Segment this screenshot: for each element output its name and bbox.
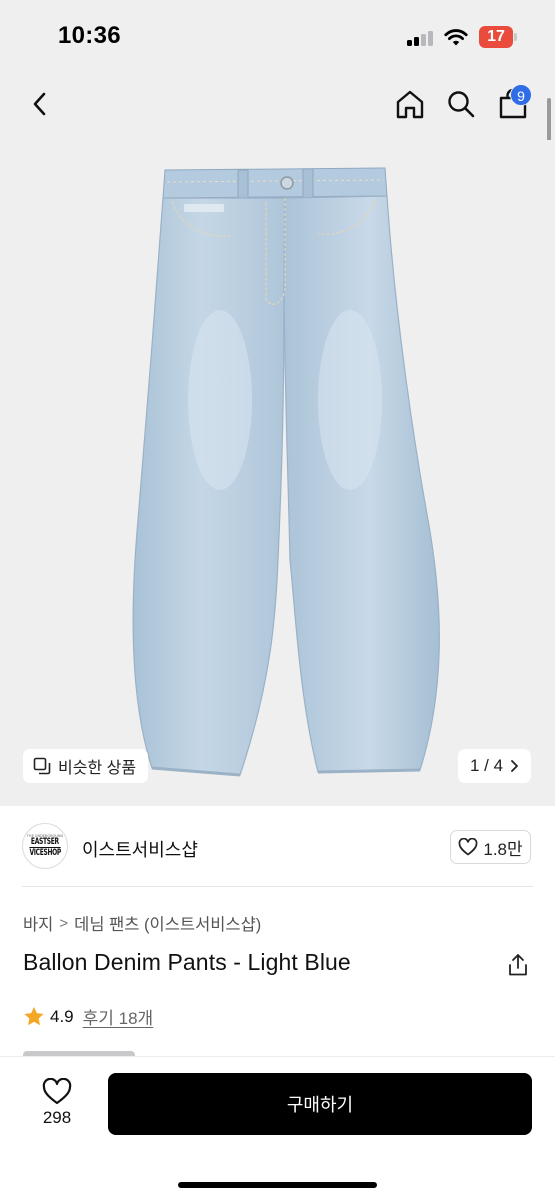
share-button[interactable] — [504, 951, 532, 979]
image-pager-label: 1 / 4 — [469, 756, 504, 775]
status-bar: 10:36 17 — [0, 0, 555, 70]
top-nav-bar — [0, 70, 555, 140]
breadcrumb: 바지 > 데님 팬츠 (이스트서비스샵) — [23, 911, 261, 935]
seller-like-button[interactable]: 1.8만 — [450, 830, 531, 864]
bottom-action-bar: 298 구매하기 — [0, 1056, 555, 1200]
breadcrumb-separator: > — [59, 914, 69, 932]
product-title: Ballon Denim Pants - Light Blue — [23, 949, 351, 975]
share-icon — [509, 954, 527, 976]
heart-outline-icon — [458, 838, 478, 856]
home-button[interactable] — [390, 84, 430, 124]
seller-like-count: 1.8만 — [483, 839, 523, 859]
product-image-carousel[interactable]: 비슷한 상품 1 / 4 — [0, 140, 555, 806]
battery-tip — [514, 33, 517, 41]
seller-logo-line1: EASTSER — [31, 837, 59, 847]
chevron-left-icon — [33, 92, 46, 116]
divider — [22, 886, 533, 887]
image-pager-button[interactable]: 1 / 4 — [458, 749, 531, 783]
rating-value: 4.9 — [50, 1006, 74, 1026]
search-icon — [448, 91, 475, 118]
seller-name[interactable]: 이스트서비스샵 — [82, 836, 198, 862]
battery-level: 17 — [479, 26, 513, 48]
home-icon — [396, 90, 424, 119]
cellular-signal-icon — [407, 30, 435, 46]
wishlist-count: 298 — [42, 1108, 72, 1127]
seller-logo[interactable]: THE UNDERGROUND EASTSER VICESHOP — [22, 823, 68, 869]
home-indicator[interactable] — [178, 1182, 377, 1188]
breadcrumb-item-denim[interactable]: 데님 팬츠 (이스트서비스샵) — [74, 911, 261, 935]
cart-count-badge: 9 — [510, 84, 532, 106]
chevron-right-icon — [511, 760, 518, 772]
battery-icon: 17 — [479, 26, 517, 48]
wishlist-button[interactable]: 298 — [28, 1073, 86, 1133]
review-link[interactable]: 후기 18개 — [83, 1004, 154, 1029]
seller-row[interactable]: THE UNDERGROUND EASTSER VICESHOP 이스트서비스샵… — [0, 806, 555, 886]
copy-icon — [33, 757, 51, 775]
back-button[interactable] — [22, 84, 58, 124]
similar-products-button[interactable]: 비슷한 상품 — [23, 749, 149, 783]
seller-logo-line2: VICESHOP — [29, 847, 61, 858]
similar-products-label: 비슷한 상품 — [58, 760, 137, 777]
star-icon — [24, 1007, 44, 1026]
wifi-icon — [444, 29, 468, 46]
jeans-product-image — [132, 167, 440, 777]
search-button[interactable] — [441, 84, 481, 124]
heart-outline-icon — [42, 1078, 72, 1105]
buy-button[interactable]: 구매하기 — [108, 1073, 532, 1135]
rating-row: 4.9 후기 18개 — [23, 1004, 153, 1029]
status-time: 10:36 — [58, 22, 121, 49]
breadcrumb-item-pants[interactable]: 바지 — [23, 911, 53, 935]
